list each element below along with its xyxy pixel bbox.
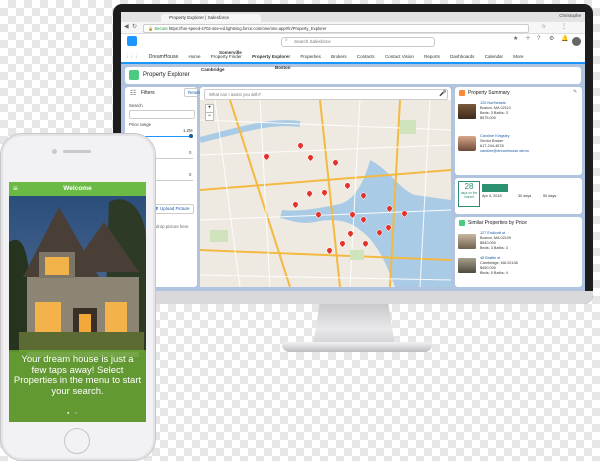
avatar[interactable] bbox=[572, 37, 581, 46]
url-field[interactable]: 🔒 Secure https://fun-speed-4702-dev-ed.l… bbox=[143, 24, 529, 33]
similar-item: 127 Endicott st Boston, MA 02109 $540,00… bbox=[480, 231, 511, 251]
broker-photo[interactable] bbox=[458, 136, 476, 151]
salesforce-logo bbox=[127, 36, 137, 46]
address-bar: ◀ ↻ 🔒 Secure https://fun-speed-4702-dev-… bbox=[121, 22, 585, 34]
nav-item-contacts[interactable]: Contacts bbox=[357, 51, 375, 62]
nav-item-property-explorer[interactable]: Property Explorer bbox=[252, 51, 291, 64]
assistant-input[interactable]: What can I assist you with? bbox=[204, 89, 448, 100]
filter-icon: ☷ bbox=[130, 90, 137, 97]
bell-icon[interactable]: 🔔 bbox=[561, 34, 568, 45]
similar-item: 48 Brattle st Cambridge, MA 02138 $450,0… bbox=[480, 256, 518, 276]
broker-email[interactable]: caroline@dreamhouse.demo bbox=[480, 149, 529, 154]
zoom-out-button[interactable]: − bbox=[205, 112, 214, 121]
summary-title: Property Summary bbox=[468, 90, 510, 96]
price-slider-handle[interactable] bbox=[189, 134, 193, 138]
property-photo[interactable] bbox=[458, 104, 476, 119]
bedrooms-value: 0 bbox=[189, 150, 192, 155]
map-label-somerville: Somerville bbox=[219, 50, 242, 55]
phone-speaker bbox=[63, 150, 91, 153]
page-indicator: ● ○ bbox=[67, 410, 79, 415]
similar-properties-card bbox=[455, 217, 582, 287]
monitor-base bbox=[282, 342, 432, 352]
house-icon bbox=[459, 90, 465, 96]
similar-photo[interactable] bbox=[458, 234, 476, 249]
nav-item-properties[interactable]: Properties bbox=[300, 51, 321, 62]
favorites-icon[interactable]: ★ bbox=[513, 34, 518, 45]
home-button[interactable] bbox=[64, 428, 90, 454]
star-icon[interactable]: ☆ bbox=[541, 22, 546, 33]
reload-icon[interactable]: ↻ bbox=[132, 22, 137, 33]
gear-icon[interactable]: ⚙ bbox=[549, 34, 554, 45]
page-title: Property Explorer bbox=[143, 72, 190, 78]
upload-picture-label: Upload Picture bbox=[160, 206, 190, 211]
drop-zone-label: or drop picture here bbox=[151, 224, 189, 229]
nav-item-contact-vision[interactable]: Contact Vision bbox=[385, 51, 414, 62]
menu-icon[interactable]: ⋮ bbox=[561, 22, 567, 33]
browser-tab[interactable]: Property Explorer | Salesforce bbox=[161, 14, 261, 22]
filter-search-input[interactable] bbox=[129, 110, 195, 119]
summary-price: $975,000 bbox=[480, 116, 496, 120]
map-label-boston: Boston bbox=[275, 65, 291, 70]
app-name: DreamHouse bbox=[148, 54, 179, 60]
nav-bar: ⋮⋮⋮ DreamHouse Home Property Finder Prop… bbox=[121, 51, 585, 64]
url-text: https://fun-speed-4702-dev-ed.lightning.… bbox=[168, 26, 327, 31]
trend-30-days: 30 days bbox=[518, 194, 532, 198]
browser-user: Christophe bbox=[559, 13, 581, 18]
nav-item-home[interactable]: Home bbox=[189, 51, 201, 62]
lock-icon: 🔒 bbox=[148, 26, 154, 31]
app-launcher-icon[interactable]: ⋮⋮⋮ bbox=[125, 51, 139, 62]
welcome-message: Your dream house is just a few taps away… bbox=[13, 354, 142, 397]
edit-icon[interactable]: ✎ bbox=[573, 89, 577, 95]
broker-details: Caroline Kingsley Senior Broker 617-244-… bbox=[480, 134, 529, 154]
days-on-market-badge: 28 days on the market bbox=[458, 181, 480, 207]
trend-date: Apr 4, 2018 bbox=[482, 194, 502, 198]
upload-picture-button[interactable]: ⬆ Upload Picture bbox=[151, 204, 194, 214]
microphone-icon[interactable]: 🎤 bbox=[439, 90, 446, 97]
days-label: days on the market bbox=[460, 191, 478, 199]
secure-label: Secure bbox=[154, 26, 168, 31]
filter-search-label: Search bbox=[129, 103, 143, 108]
bathrooms-value: 0 bbox=[189, 172, 192, 177]
price-max-value: 1.2M bbox=[183, 128, 193, 133]
browser-tab-bar: Property Explorer | Salesforce Christoph… bbox=[121, 12, 585, 22]
price-range-label: Price range bbox=[129, 122, 151, 127]
list-icon bbox=[459, 220, 465, 226]
property-explorer-icon bbox=[129, 70, 139, 80]
nav-item-calendar[interactable]: Calendar bbox=[485, 51, 503, 62]
summary-details: 125 Northeasts Boston, MA 02110 Beds: 3 … bbox=[480, 101, 511, 121]
similar-photo[interactable] bbox=[458, 258, 476, 273]
similar-beds-baths: Beds: 3 Baths: 3 bbox=[480, 246, 508, 250]
help-icon[interactable]: ? bbox=[537, 34, 540, 45]
similar-title: Similar Properties by Price bbox=[468, 220, 527, 226]
monitor-stand bbox=[313, 304, 395, 346]
property-summary-card bbox=[455, 87, 582, 175]
desktop-screen: Property Explorer | Salesforce Christoph… bbox=[121, 12, 585, 291]
page-header bbox=[125, 67, 581, 84]
market-progress-bar bbox=[482, 184, 508, 192]
nav-item-dashboards[interactable]: Dashboards bbox=[450, 51, 474, 62]
search-icon: ⌕ bbox=[285, 37, 288, 43]
global-search-input[interactable]: Search Salesforce bbox=[281, 37, 435, 47]
monitor-chin bbox=[113, 291, 593, 304]
phone-camera bbox=[52, 149, 57, 154]
nav-item-more[interactable]: More bbox=[513, 51, 523, 62]
similar-beds-baths: Beds: 5 Baths: 4 bbox=[480, 271, 508, 275]
map-label-cambridge: Cambridge bbox=[201, 67, 225, 72]
nav-item-brokers[interactable]: Brokers bbox=[331, 51, 347, 62]
nav-item-reports[interactable]: Reports bbox=[424, 51, 440, 62]
phone-header-title: Welcome bbox=[63, 185, 92, 192]
filters-title: Filters bbox=[141, 90, 155, 96]
trend-50-days: 50 days bbox=[543, 194, 557, 198]
add-icon[interactable]: ＋ bbox=[525, 34, 531, 45]
back-icon[interactable]: ◀ bbox=[124, 22, 129, 33]
